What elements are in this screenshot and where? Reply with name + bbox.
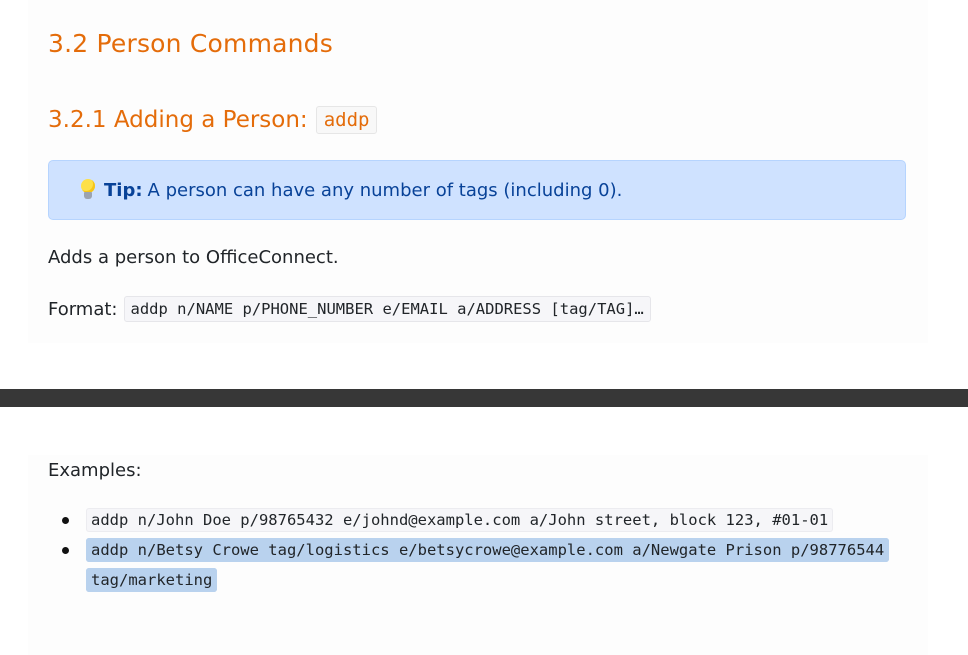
format-line: Format: addp n/NAME p/PHONE_NUMBER e/EMA… (48, 296, 651, 322)
example-code: addp n/John Doe p/98765432 e/johnd@examp… (86, 508, 834, 532)
list-item: addp n/Betsy Crowe tag/logistics e/betsy… (48, 535, 908, 595)
format-code: addp n/NAME p/PHONE_NUMBER e/EMAIL a/ADD… (123, 296, 651, 322)
format-label: Format: (48, 298, 118, 320)
example-code-selected[interactable]: addp n/Betsy Crowe tag/logistics e/betsy… (86, 538, 890, 592)
tip-label: Tip: (104, 179, 143, 201)
section-heading: 3.2 Person Commands (48, 29, 333, 58)
subsection-heading: 3.2.1 Adding a Person: addp (48, 106, 378, 134)
page: 3.2 Person Commands 3.2.1 Adding a Perso… (0, 0, 968, 655)
list-item: addp n/John Doe p/98765432 e/johnd@examp… (48, 505, 908, 535)
lightbulb-icon (78, 179, 98, 201)
command-description: Adds a person to OfficeConnect. (48, 247, 339, 268)
tip-box: Tip: A person can have any number of tag… (48, 160, 906, 220)
section-divider-bar (0, 389, 968, 407)
tip-text: A person can have any number of tags (in… (147, 179, 623, 201)
subsection-heading-text: 3.2.1 Adding a Person: (48, 107, 308, 133)
heading-command-code: addp (315, 106, 378, 134)
examples-label: Examples: (48, 460, 142, 481)
examples-list: addp n/John Doe p/98765432 e/johnd@examp… (48, 505, 908, 595)
